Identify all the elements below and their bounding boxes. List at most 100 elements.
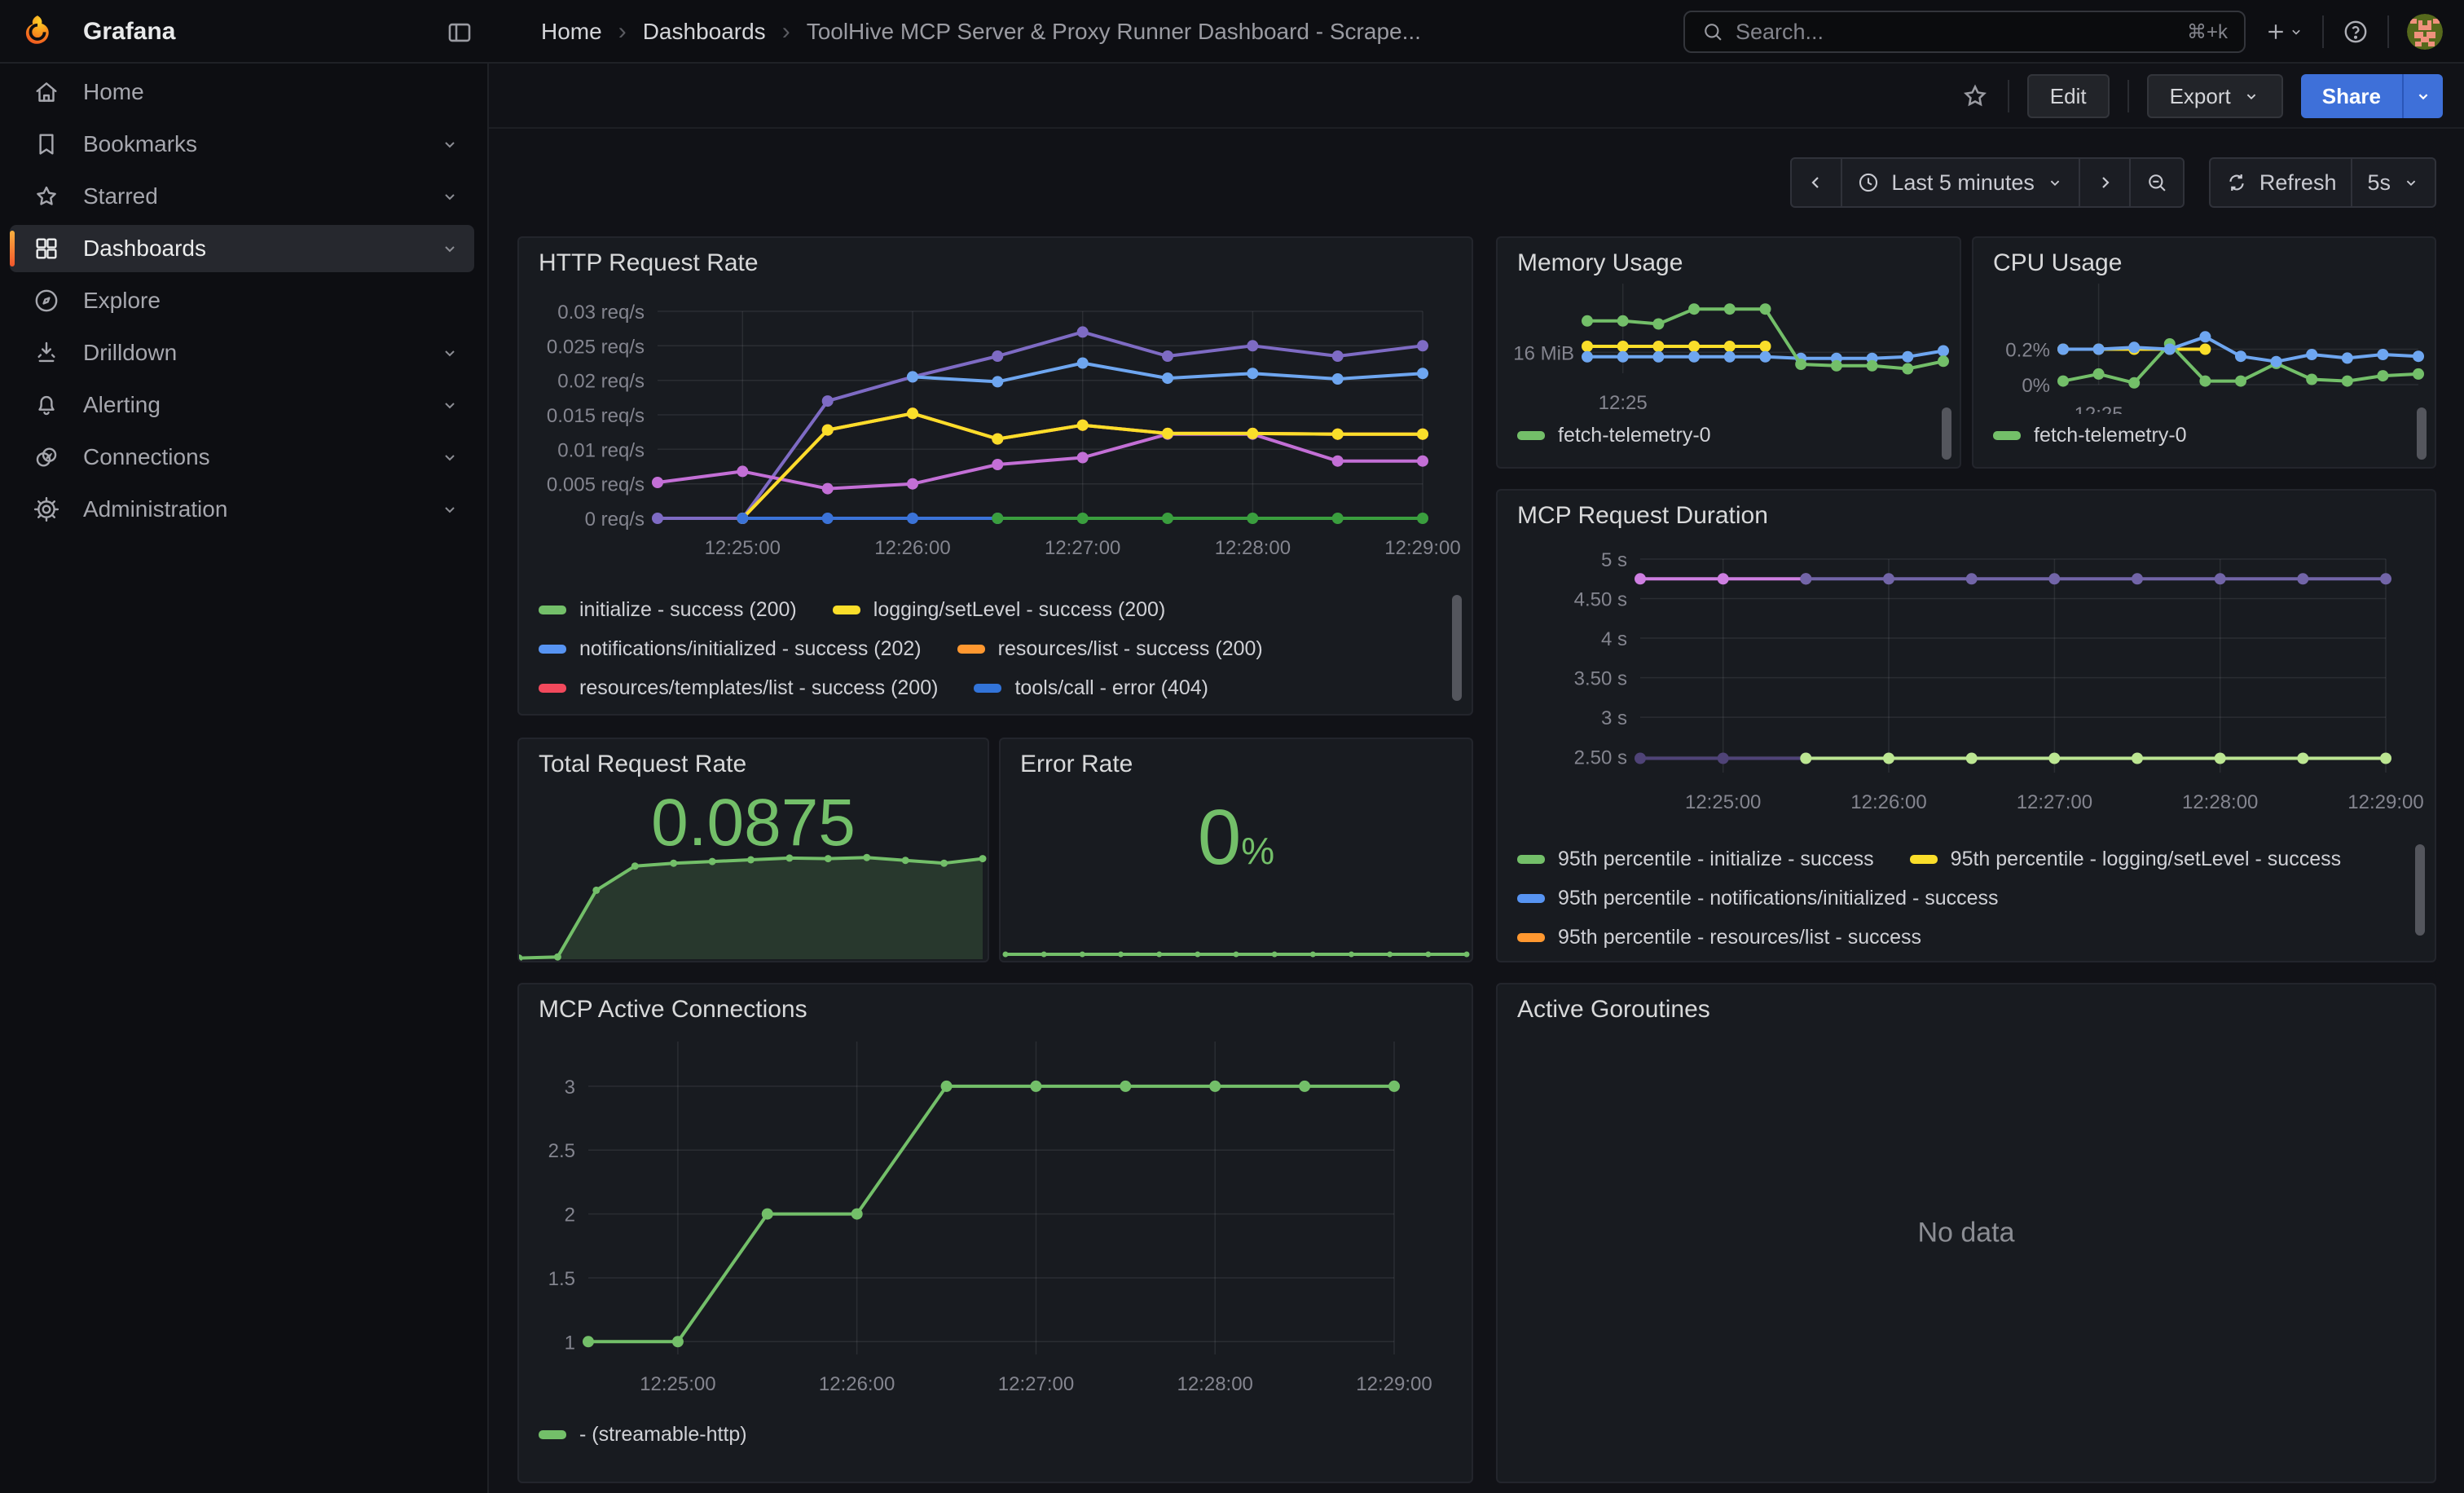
panel-title[interactable]: MCP Request Duration [1517, 502, 1768, 530]
legend-item[interactable]: logging/setLevel - success (200) [833, 598, 1166, 622]
add-button[interactable] [2264, 20, 2304, 44]
legend-chip [957, 645, 985, 654]
legend-item[interactable]: tools/call - error (404) [974, 676, 1208, 700]
divider [2127, 80, 2129, 112]
sidebar-item-label: Alerting [83, 392, 161, 418]
refresh-interval-picker[interactable]: 5s [2351, 159, 2435, 206]
legend-chip [1910, 855, 1938, 864]
legend-item[interactable]: resources/templates/list - success (200) [539, 676, 938, 700]
svg-text:16 MiB: 16 MiB [1513, 342, 1574, 364]
legend-row: fetch-telemetry-0 [1517, 416, 1927, 455]
sidebar-item-label: Bookmarks [83, 131, 197, 157]
sidebar-item-dashboards[interactable]: Dashboards [10, 225, 474, 272]
http-request-rate-chart[interactable]: 0 req/s0.005 req/s0.01 req/s0.015 req/s0… [519, 290, 1472, 567]
connections-legend: - (streamable-http) [539, 1415, 1439, 1482]
edit-button[interactable]: Edit [2027, 74, 2110, 118]
panel-title[interactable]: Memory Usage [1517, 249, 1683, 277]
legend-item[interactable]: - (streamable-http) [539, 1423, 747, 1447]
legend-label: - (streamable-http) [579, 1423, 747, 1447]
legend-chip [1517, 894, 1545, 903]
grafana-logo[interactable] [20, 14, 55, 50]
search-input[interactable]: Search... ⌘+k [1683, 11, 2246, 53]
sidebar-item-home[interactable]: Home [10, 68, 474, 116]
panel-title[interactable]: HTTP Request Rate [539, 249, 759, 277]
legend-item[interactable]: notifications/initialized - success (202… [539, 637, 922, 661]
svg-text:12:28:00: 12:28:00 [2182, 791, 2258, 813]
breadcrumb-dashboards[interactable]: Dashboards [643, 19, 766, 45]
panel-title[interactable]: Error Rate [1020, 751, 1133, 778]
legend-item[interactable]: 95th percentile - initialize - success [1517, 848, 1874, 871]
sidebar-item-administration[interactable]: Administration [10, 486, 474, 533]
export-button[interactable]: Export [2147, 74, 2283, 118]
sidebar-item-starred[interactable]: Starred [10, 173, 474, 220]
legend-row: initialize - success (200) logging/setLev… [539, 590, 1439, 629]
chevron-down-icon [2242, 87, 2260, 105]
sidebar-item-connections[interactable]: Connections [10, 434, 474, 481]
chevron-right-icon [2095, 173, 2114, 192]
share-button[interactable]: Share [2301, 74, 2402, 118]
connections-icon [33, 443, 60, 471]
legend-item[interactable]: 95th percentile - notifications/initiali… [1517, 887, 1999, 910]
legend-item[interactable]: initialize - success (200) [539, 598, 797, 622]
legend-label: 95th percentile - logging/setLevel - suc… [1951, 848, 2341, 871]
legend-item[interactable]: 95th percentile - logging/setLevel - suc… [1910, 848, 2341, 871]
legend-label: logging/setLevel - success (200) [873, 598, 1166, 622]
svg-text:12:29:00: 12:29:00 [2347, 791, 2423, 813]
cpu-usage-chart[interactable]: 0.2%0%12:25 [1973, 274, 2435, 414]
breadcrumb-separator: › [618, 18, 627, 46]
legend-row: - (streamable-http) [539, 1415, 1439, 1454]
top-header: Grafana Home › Dashboards › ToolHive MCP… [0, 0, 2464, 64]
chevron-down-icon [440, 500, 460, 519]
panel-title[interactable]: MCP Active Connections [539, 996, 807, 1024]
svg-text:0.03 req/s: 0.03 req/s [557, 302, 645, 324]
total-request-rate-value: 0.0875 [519, 785, 988, 861]
legend-chip [539, 684, 566, 693]
avatar[interactable] [2407, 14, 2443, 50]
zoom-out-button[interactable] [2129, 159, 2183, 206]
svg-text:12:26:00: 12:26:00 [1850, 791, 1926, 813]
svg-text:12:27:00: 12:27:00 [998, 1373, 1074, 1395]
error-rate-sparkline[interactable] [1001, 933, 1472, 961]
sidebar-item-drilldown[interactable]: Drilldown [10, 329, 474, 377]
breadcrumb-home[interactable]: Home [541, 19, 602, 45]
mcp-active-connections-chart[interactable]: 32.521.5112:25:0012:26:0012:27:0012:28:0… [519, 1033, 1472, 1416]
share-dropdown-button[interactable] [2402, 74, 2443, 118]
panel-title[interactable]: Total Request Rate [539, 751, 746, 778]
svg-text:2.50 s: 2.50 s [1574, 747, 1627, 769]
sidebar-toggle-icon[interactable] [443, 16, 476, 49]
time-forward-button[interactable] [2079, 159, 2129, 206]
zoom-out-icon [2145, 171, 2168, 194]
time-back-button[interactable] [1792, 159, 1841, 206]
sidebar-item-alerting[interactable]: Alerting [10, 381, 474, 429]
legend-scrollbar[interactable] [1452, 595, 1462, 701]
favorite-star-button[interactable] [1960, 81, 1990, 111]
svg-text:3: 3 [565, 1077, 575, 1099]
panel-mcp-request-duration: MCP Request Duration 5 s4.50 s4 s3.50 s3… [1496, 489, 2436, 962]
breadcrumb-current: ToolHive MCP Server & Proxy Runner Dashb… [807, 19, 1421, 45]
no-data-message: No data [1498, 1218, 2435, 1249]
legend-row: 95th percentile - resources/list - succe… [1517, 918, 2402, 957]
legend-label: 95th percentile - initialize - success [1558, 848, 1874, 871]
panel-title[interactable]: CPU Usage [1993, 249, 2122, 277]
time-range-picker[interactable]: Last 5 minutes [1841, 159, 2079, 206]
legend-label: resources/list - success (200) [998, 637, 1263, 661]
legend-item[interactable]: fetch-telemetry-0 [1993, 424, 2187, 447]
sidebar-item-explore[interactable]: Explore [10, 277, 474, 324]
help-button[interactable] [2342, 18, 2369, 46]
legend-row: 95th percentile - initialize - success 95… [1517, 839, 2402, 879]
sidebar-item-bookmarks[interactable]: Bookmarks [10, 121, 474, 168]
panel-mcp-active-connections: MCP Active Connections 32.521.5112:25:00… [517, 983, 1473, 1483]
sidebar-item-label: Drilldown [83, 340, 177, 366]
refresh-button[interactable]: Refresh [2211, 159, 2352, 206]
svg-text:0.01 req/s: 0.01 req/s [557, 439, 645, 461]
legend-scrollbar[interactable] [2417, 407, 2427, 460]
svg-text:12:25: 12:25 [2075, 403, 2123, 414]
mcp-request-duration-chart[interactable]: 5 s4.50 s4 s3.50 s3 s2.50 s12:25:0012:26… [1498, 543, 2435, 825]
legend-item[interactable]: fetch-telemetry-0 [1517, 424, 1711, 447]
memory-usage-chart[interactable]: 16 MiB12:25 [1498, 274, 1960, 414]
legend-item[interactable]: 95th percentile - resources/list - succe… [1517, 926, 1921, 949]
panel-title[interactable]: Active Goroutines [1517, 996, 1710, 1024]
legend-item[interactable]: resources/list - success (200) [957, 637, 1263, 661]
legend-scrollbar[interactable] [1942, 407, 1951, 460]
legend-scrollbar[interactable] [2415, 844, 2425, 936]
